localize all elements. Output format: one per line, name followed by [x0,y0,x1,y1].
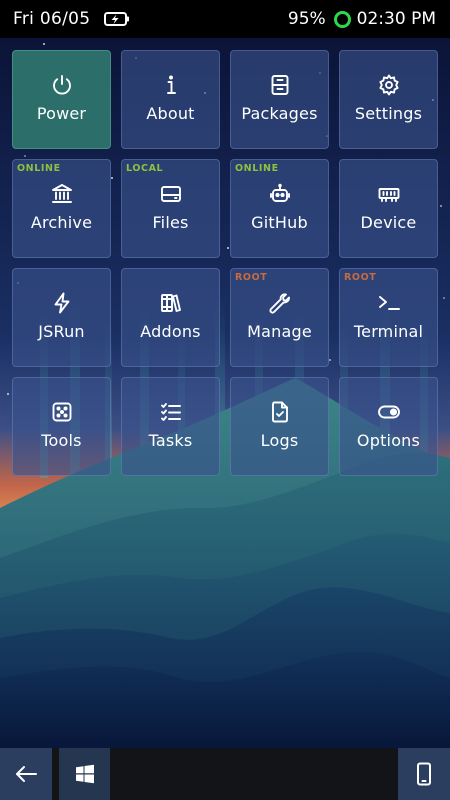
tile-label: Options [356,431,421,450]
books-icon [158,290,184,316]
info-icon [158,72,184,98]
wrench-icon [267,290,293,316]
tile-about[interactable]: About [121,50,220,149]
dice-icon [49,399,75,425]
tile-archive[interactable]: ONLINE Archive [12,159,111,258]
battery-percent: 95% [287,9,326,29]
tile-label: Settings [354,104,423,123]
tile-logs[interactable]: Logs [230,377,329,476]
status-time: 02:30 PM [356,9,436,29]
tile-addons[interactable]: Addons [121,268,220,367]
bank-icon [49,181,75,207]
lightning-icon [49,290,75,316]
robot-icon [267,181,293,207]
tile-label: Tasks [148,431,193,450]
status-ring-icon [333,10,351,28]
tile-label: Power [36,104,87,123]
memory-chip-icon [376,181,402,207]
start-button[interactable] [59,748,110,800]
tile-tasks[interactable]: Tasks [121,377,220,476]
tile-github[interactable]: ONLINE GitHub [230,159,329,258]
app-tile-grid: Power About Packages Settings ONLINE Arc… [12,50,439,476]
tile-tag: LOCAL [126,163,164,174]
tile-tag: ONLINE [235,163,279,174]
tile-manage[interactable]: ROOT Manage [230,268,329,367]
tile-tag: ROOT [235,272,268,283]
battery-charging-icon [104,12,130,26]
tile-options[interactable]: Options [339,377,438,476]
tile-tag: ROOT [344,272,377,283]
taskbar [0,748,450,800]
tile-tag: ONLINE [17,163,61,174]
status-bar: Fri 06/05 95% 02:30 PM [0,0,450,38]
tile-label: Files [152,213,189,232]
gear-icon [376,72,402,98]
toggle-icon [376,399,402,425]
tile-label: About [146,104,195,123]
device-button[interactable] [398,748,450,800]
file-check-icon [267,399,293,425]
tile-files[interactable]: LOCAL Files [121,159,220,258]
windows-logo-icon [75,764,94,784]
tile-label: Packages [241,104,318,123]
phone-icon [417,762,431,786]
tile-device[interactable]: Device [339,159,438,258]
tile-label: JSRun [38,322,85,341]
package-icon [267,72,293,98]
terminal-icon [376,290,402,316]
tile-terminal[interactable]: ROOT Terminal [339,268,438,367]
tile-label: Logs [260,431,299,450]
tile-label: Manage [247,322,312,341]
back-button[interactable] [0,748,52,800]
tile-packages[interactable]: Packages [230,50,329,149]
power-icon [49,72,75,98]
tile-settings[interactable]: Settings [339,50,438,149]
taskbar-empty-area [110,748,398,800]
checklist-icon [158,399,184,425]
tile-power[interactable]: Power [12,50,111,149]
hard-drive-icon [158,181,184,207]
tile-label: Addons [140,322,201,341]
tile-label: Tools [41,431,82,450]
status-date: Fri 06/05 [13,9,91,29]
tile-label: Archive [30,213,93,232]
tile-jsrun[interactable]: JSRun [12,268,111,367]
tile-tools[interactable]: Tools [12,377,111,476]
tile-label: GitHub [251,213,308,232]
arrow-left-icon [16,766,37,782]
tile-label: Terminal [353,322,424,341]
tile-label: Device [360,213,417,232]
